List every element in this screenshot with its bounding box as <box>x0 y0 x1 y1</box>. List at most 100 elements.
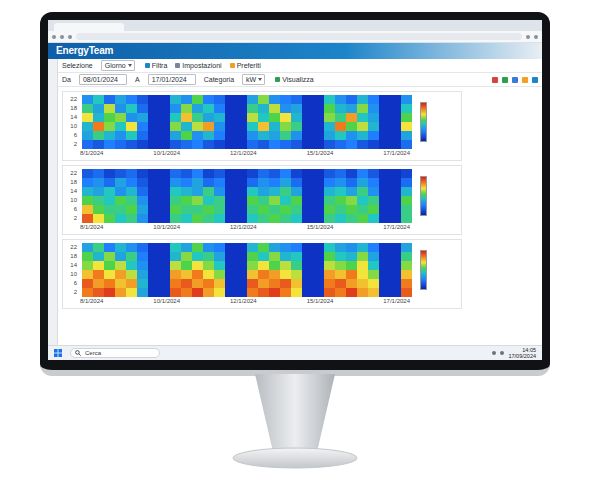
heatmap-cell <box>115 122 126 131</box>
heatmap-cell <box>115 178 126 187</box>
monitor-stand <box>185 374 405 474</box>
heatmap-cell <box>335 205 346 214</box>
heatmap-cell <box>82 113 93 122</box>
print-icon[interactable] <box>512 77 518 83</box>
heatmap-cell <box>203 178 214 187</box>
from-label: Da <box>62 76 71 83</box>
heatmap-cell <box>181 243 192 252</box>
heatmap-cell <box>302 104 313 113</box>
heatmap-cell <box>357 270 368 279</box>
heatmap-cell <box>104 187 115 196</box>
heatmap-cell <box>324 243 335 252</box>
star-icon[interactable] <box>522 77 528 83</box>
toolbar-top: Selezione Giorno FiltraImpostazioniPrefe… <box>58 59 542 73</box>
volume-icon[interactable] <box>500 351 504 355</box>
heatmap-cell <box>104 270 115 279</box>
heatmap-cell <box>82 95 93 104</box>
from-field[interactable]: 08/01/2024 <box>79 74 127 85</box>
heatmap-body: 2218141062 <box>66 95 455 149</box>
search-icon <box>75 350 81 356</box>
browser-tab[interactable] <box>54 23 124 31</box>
heatmap-cell <box>126 122 137 131</box>
heatmap-cell <box>148 270 159 279</box>
y-tick: 22 <box>66 243 78 252</box>
url-field[interactable] <box>76 33 522 40</box>
heatmap-grid[interactable] <box>82 169 412 223</box>
heatmap-cell <box>214 104 225 113</box>
heatmap-grid[interactable] <box>82 243 412 297</box>
heatmap-cell <box>192 196 203 205</box>
app-header: EnergyTeam <box>48 43 542 59</box>
heatmap-cell <box>236 104 247 113</box>
heatmap-cell <box>346 169 357 178</box>
heatmap-cell <box>302 288 313 297</box>
heatmap-cell <box>93 252 104 261</box>
heatmap-cell <box>324 131 335 140</box>
heatmap-cell <box>346 252 357 261</box>
user-icon[interactable] <box>532 77 538 83</box>
pdf-icon[interactable] <box>492 77 498 83</box>
heatmap-cell <box>137 140 148 149</box>
heatmap-cell <box>126 104 137 113</box>
address-bar <box>48 31 542 43</box>
menu-icon[interactable] <box>534 35 538 39</box>
heatmap-cell <box>126 270 137 279</box>
heatmap-cell <box>346 122 357 131</box>
toolbar-button[interactable]: Filtra <box>143 61 170 70</box>
x-tick: 10/1/2024 <box>153 223 180 232</box>
heatmap-cell <box>247 252 258 261</box>
heatmap-cell <box>148 243 159 252</box>
heatmap-cell <box>258 178 269 187</box>
heatmap-cell <box>269 140 280 149</box>
heatmap-cell <box>214 288 225 297</box>
heatmap-cell <box>258 113 269 122</box>
heatmap-cell <box>313 243 324 252</box>
back-icon[interactable] <box>52 35 56 39</box>
clock[interactable]: 14:05 17/09/2024 <box>508 347 536 359</box>
heatmap-cell <box>93 169 104 178</box>
heatmap-cell <box>324 252 335 261</box>
x-axis: 8/1/202410/1/202412/1/202415/1/202417/1/… <box>80 223 410 232</box>
category-select[interactable]: kW <box>242 74 265 85</box>
selection-select[interactable]: Giorno <box>101 60 135 71</box>
heatmap-cell <box>93 288 104 297</box>
toolbar-button[interactable]: Impostazioni <box>173 61 223 70</box>
heatmap-cell <box>236 95 247 104</box>
heatmap-cell <box>82 104 93 113</box>
heatmap-cell <box>313 270 324 279</box>
heatmap-cell <box>258 214 269 223</box>
app-logo[interactable]: EnergyTeam <box>56 46 113 56</box>
heatmap-grid[interactable] <box>82 95 412 149</box>
network-icon[interactable] <box>492 351 496 355</box>
heatmap-cell <box>335 288 346 297</box>
toolbar-bottom: Da 08/01/2024 A 17/01/2024 Categoria kW … <box>58 73 542 87</box>
heatmap-cell <box>170 169 181 178</box>
heatmap-cell <box>93 279 104 288</box>
show-button[interactable]: Visualizza <box>273 75 315 84</box>
heatmap-cell <box>137 122 148 131</box>
heatmap-cell <box>368 187 379 196</box>
heatmap-cell <box>225 178 236 187</box>
search-field[interactable]: Cerca <box>70 348 160 358</box>
heatmap-cell <box>170 214 181 223</box>
x-tick: 17/1/2024 <box>383 223 410 232</box>
heatmap-cell <box>115 205 126 214</box>
heatmap-cell <box>291 196 302 205</box>
heatmap-cell <box>159 169 170 178</box>
heatmap-cell <box>236 214 247 223</box>
excel-icon[interactable] <box>502 77 508 83</box>
heatmap-cell <box>159 270 170 279</box>
heatmap-cell <box>379 252 390 261</box>
heatmap-cell <box>214 270 225 279</box>
heatmap-cell <box>148 187 159 196</box>
forward-icon[interactable] <box>60 35 64 39</box>
heatmap-cell <box>126 140 137 149</box>
extension-icon[interactable] <box>526 35 530 39</box>
reload-icon[interactable] <box>68 35 72 39</box>
toolbar-button[interactable]: Preferiti <box>228 61 263 70</box>
heatmap-cell <box>148 205 159 214</box>
heatmap-cell <box>313 196 324 205</box>
heatmap-cell <box>159 214 170 223</box>
to-field[interactable]: 17/01/2024 <box>148 74 196 85</box>
windows-icon[interactable] <box>54 349 62 357</box>
